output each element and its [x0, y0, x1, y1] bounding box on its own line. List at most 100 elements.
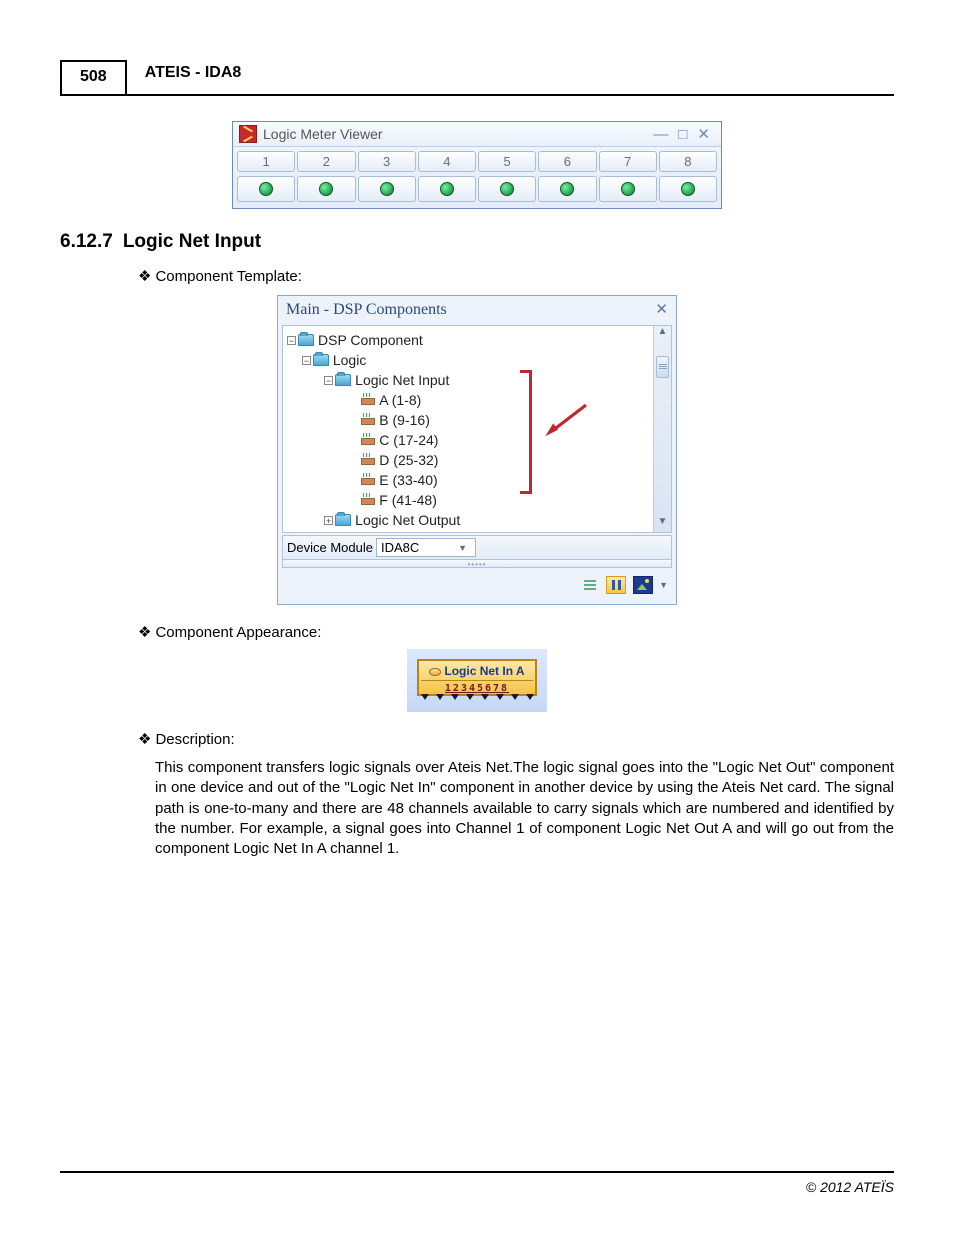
- tree-node[interactable]: Logic: [333, 352, 366, 368]
- port-arrow-icon: [421, 694, 429, 700]
- port-arrow-icon: [481, 694, 489, 700]
- bullet-template: ❖Component Template:: [138, 267, 894, 285]
- pause-icon[interactable]: [606, 576, 626, 594]
- led-dot-icon: [380, 182, 394, 196]
- port-arrow-icon: [511, 694, 519, 700]
- bullet-label: Description:: [155, 731, 234, 748]
- section-title: Logic Net Input: [123, 231, 261, 252]
- channel-header: 7: [599, 151, 657, 172]
- channel-led[interactable]: [358, 176, 416, 202]
- device-module-label: Device Module: [287, 540, 373, 555]
- callout-bracket: [520, 370, 532, 494]
- component-icon: [361, 435, 375, 445]
- collapse-icon[interactable]: −: [302, 356, 311, 365]
- component-appearance-figure: Logic Net In A 12345678: [407, 649, 547, 712]
- channel-header: 2: [297, 151, 355, 172]
- folder-icon: [335, 514, 351, 526]
- bullet-description: ❖Description:: [138, 730, 894, 748]
- component-icon: [361, 415, 375, 425]
- section-heading: 6.12.7 Logic Net Input: [60, 231, 894, 253]
- close-icon[interactable]: ✕: [692, 125, 715, 143]
- port-arrow-icon: [526, 694, 534, 700]
- channel-led[interactable]: [599, 176, 657, 202]
- tree-node[interactable]: Logic Net Input: [355, 372, 449, 388]
- component-icon: [361, 495, 375, 505]
- tree-node[interactable]: Logic Net Output: [355, 512, 460, 528]
- port-arrow-icon: [496, 694, 504, 700]
- page-footer: © 2012 ATEÏS: [60, 1171, 894, 1195]
- description-text: This component transfers logic signals o…: [155, 758, 894, 859]
- component-icon: [361, 455, 375, 465]
- bullet-label: Component Template:: [155, 268, 301, 285]
- folder-icon: [335, 374, 351, 386]
- channel-header: 4: [418, 151, 476, 172]
- app-icon: [239, 125, 257, 143]
- tree-leaf[interactable]: B (9-16): [379, 412, 430, 428]
- diamond-bullet-icon: ❖: [138, 268, 151, 285]
- page-header: 508 ATEIS - IDA8: [60, 60, 894, 96]
- logic-net-in-component[interactable]: Logic Net In A 12345678: [417, 659, 537, 696]
- port-arrow-icon: [466, 694, 474, 700]
- channel-header: 1: [237, 151, 295, 172]
- dsp-components-panel: Main - DSP Components ✕ −DSP Component −…: [277, 295, 677, 605]
- scroll-thumb[interactable]: [656, 356, 669, 378]
- led-dot-icon: [681, 182, 695, 196]
- resize-grip[interactable]: •••••: [282, 560, 672, 568]
- led-dot-icon: [440, 182, 454, 196]
- tree-leaf[interactable]: A (1-8): [379, 392, 421, 408]
- channel-header: 3: [358, 151, 416, 172]
- channel-led[interactable]: [237, 176, 295, 202]
- minimize-icon[interactable]: —: [648, 126, 673, 143]
- channel-led[interactable]: [297, 176, 355, 202]
- channel-led[interactable]: [538, 176, 596, 202]
- channel-led[interactable]: [478, 176, 536, 202]
- collapse-icon[interactable]: −: [287, 336, 296, 345]
- scroll-up-icon[interactable]: ▲: [654, 326, 671, 342]
- led-dot-icon: [259, 182, 273, 196]
- device-module-select[interactable]: IDA8C ▼: [376, 538, 476, 557]
- thumbnail-view-icon[interactable]: [633, 576, 653, 594]
- led-dot-icon: [500, 182, 514, 196]
- chevron-down-icon: ▼: [458, 543, 467, 553]
- window-title: Logic Meter Viewer: [263, 126, 383, 142]
- bullet-appearance: ❖Component Appearance:: [138, 623, 894, 641]
- port-numbers: 12345678: [421, 680, 533, 694]
- chevron-down-icon[interactable]: ▼: [659, 580, 668, 590]
- led-dot-icon: [621, 182, 635, 196]
- channel-led[interactable]: [418, 176, 476, 202]
- output-ports-row: [417, 694, 537, 702]
- tree-leaf[interactable]: E (33-40): [379, 472, 437, 488]
- scrollbar[interactable]: ▲ ▼: [653, 326, 671, 532]
- bullet-label: Component Appearance:: [155, 624, 321, 641]
- channel-header: 8: [659, 151, 717, 172]
- tree-node[interactable]: DSP Component: [318, 332, 423, 348]
- diamond-bullet-icon: ❖: [138, 731, 151, 748]
- channel-led[interactable]: [659, 176, 717, 202]
- port-arrow-icon: [451, 694, 459, 700]
- component-icon: [361, 395, 375, 405]
- maximize-icon[interactable]: □: [673, 126, 692, 143]
- page-number: 508: [60, 60, 127, 94]
- tree-leaf[interactable]: D (25-32): [379, 452, 438, 468]
- component-icon: [361, 475, 375, 485]
- panel-toolbar: ▼: [282, 572, 672, 600]
- expand-icon[interactable]: +: [324, 516, 333, 525]
- tree-leaf[interactable]: F (41-48): [379, 492, 437, 508]
- section-number: 6.12.7: [60, 231, 113, 252]
- tree-leaf[interactable]: C (17-24): [379, 432, 438, 448]
- disk-icon: [429, 668, 441, 676]
- close-icon[interactable]: ✕: [655, 300, 668, 319]
- panel-title: Main - DSP Components: [286, 301, 447, 319]
- channel-header: 5: [478, 151, 536, 172]
- port-arrow-icon: [436, 694, 444, 700]
- collapse-icon[interactable]: −: [324, 376, 333, 385]
- logic-meter-viewer-window: Logic Meter Viewer — □ ✕ 1 2 3 4 5 6 7 8: [232, 121, 722, 209]
- device-module-value: IDA8C: [381, 540, 419, 555]
- scroll-down-icon[interactable]: ▼: [654, 516, 671, 532]
- led-dot-icon: [319, 182, 333, 196]
- component-label: Logic Net In A: [444, 664, 524, 678]
- component-tree[interactable]: −DSP Component −Logic −Logic Net Input A…: [283, 326, 671, 533]
- list-view-icon[interactable]: [580, 576, 600, 594]
- folder-icon: [298, 334, 314, 346]
- callout-arrow-icon: [541, 401, 591, 441]
